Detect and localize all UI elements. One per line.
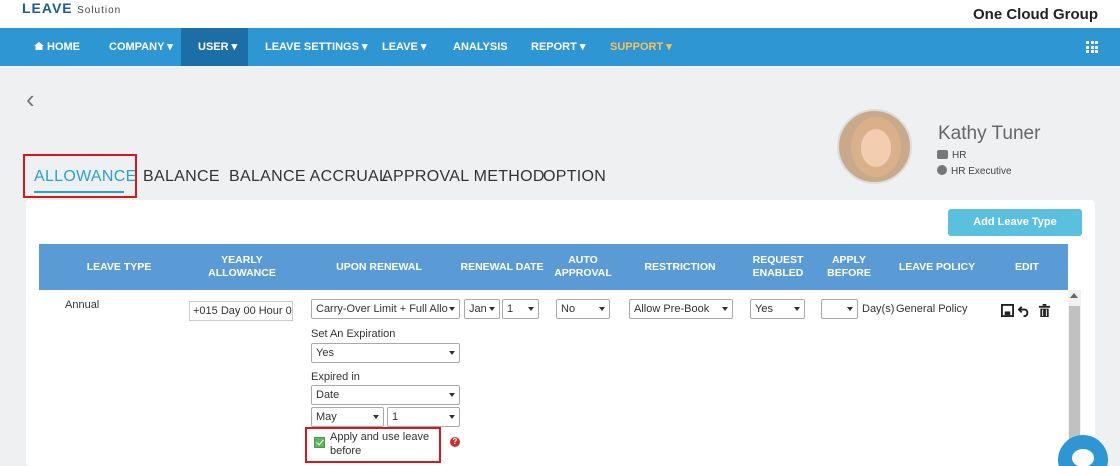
expired-in-select[interactable]: Date <box>311 385 460 405</box>
allowance-tab-highlight <box>23 154 137 198</box>
renewal-day-select[interactable]: 1 <box>502 299 539 319</box>
renewal-month-select[interactable]: Jan <box>464 299 500 319</box>
help-icon[interactable]: ? <box>450 437 460 447</box>
set-expiration-label: Set An Expiration <box>311 328 396 340</box>
profile-department: HR <box>937 150 966 161</box>
th-upon-renewal: UPON RENEWAL <box>336 260 422 273</box>
profile-name: Kathy Tuner <box>938 123 1041 144</box>
nav-user[interactable]: USER ▾ <box>181 28 248 66</box>
th-restriction: RESTRICTION <box>644 260 716 273</box>
nav-leave[interactable]: LEAVE ▾ <box>382 28 426 66</box>
nav-report[interactable]: REPORT ▾ <box>531 28 585 66</box>
nav-home-label: HOME <box>47 41 80 53</box>
auto-approval-select[interactable]: No <box>556 299 610 319</box>
apply-use-leave-highlight <box>305 427 441 463</box>
tab-option[interactable]: OPTION <box>543 160 606 196</box>
briefcase-icon <box>937 150 948 159</box>
avatar <box>837 109 912 184</box>
add-leave-type-button[interactable]: Add Leave Type <box>948 209 1082 236</box>
th-apply-before: APPLY BEFORE <box>827 254 871 279</box>
company-name: One Cloud Group <box>973 6 1098 23</box>
top-header: LEAVE Solution One Cloud Group <box>0 0 1120 28</box>
scroll-up-icon[interactable] <box>1070 293 1078 298</box>
table-header: LEAVE TYPE YEARLY ALLOWANCE UPON RENEWAL… <box>39 244 1068 290</box>
nav-support[interactable]: SUPPORT ▾ <box>610 28 672 66</box>
tab-balance-accrual[interactable]: BALANCE ACCRUAL <box>229 160 388 196</box>
th-request-enabled: REQUEST ENABLED <box>752 254 804 279</box>
th-leave-type: LEAVE TYPE <box>86 260 152 273</box>
logo-sub: Solution <box>77 5 122 16</box>
apps-grid-icon[interactable] <box>1086 41 1098 53</box>
nav-home[interactable]: HOME <box>34 28 80 66</box>
nav-company[interactable]: COMPANY ▾ <box>109 28 173 66</box>
main-nav: HOME COMPANY ▾ USER ▾ LEAVE SETTINGS ▾ L… <box>0 28 1120 66</box>
app-logo[interactable]: LEAVE Solution <box>22 0 121 18</box>
logo-main: LEAVE <box>22 0 73 16</box>
request-enabled-select[interactable]: Yes <box>750 299 805 319</box>
back-arrow-icon[interactable]: ‹ <box>26 86 40 112</box>
apply-before-unit: Day(s) <box>862 303 895 315</box>
nav-analysis[interactable]: ANALYSIS <box>453 28 508 66</box>
expired-month-select[interactable]: May <box>311 407 384 427</box>
th-edit: EDIT <box>1015 260 1039 273</box>
set-expiration-select[interactable]: Yes <box>311 343 460 363</box>
allowance-panel <box>26 200 1095 466</box>
leave-policy-cell: General Policy <box>896 303 968 315</box>
yearly-allowance-input[interactable]: +015 Day 00 Hour 0 <box>189 301 293 321</box>
save-icon[interactable] <box>1001 304 1014 317</box>
expired-day-select[interactable]: 1 <box>387 407 460 427</box>
leave-type-cell: Annual <box>65 299 100 311</box>
profile-position-text: HR Executive <box>951 166 1012 177</box>
restriction-select[interactable]: Allow Pre-Book <box>629 299 733 319</box>
tab-balance[interactable]: BALANCE <box>143 160 220 196</box>
apply-before-select[interactable] <box>821 299 858 319</box>
home-icon <box>34 42 44 50</box>
expired-in-label: Expired in <box>311 371 360 383</box>
th-leave-policy: LEAVE POLICY <box>898 260 976 273</box>
nav-leave-settings[interactable]: LEAVE SETTINGS ▾ <box>265 28 368 66</box>
upon-renewal-select[interactable]: Carry-Over Limit + Full Allo <box>311 299 460 319</box>
profile-position: HR Executive <box>937 165 1012 177</box>
profile-department-text: HR <box>952 150 967 161</box>
th-renewal-date: RENEWAL DATE <box>460 260 544 273</box>
undo-icon[interactable] <box>1018 304 1031 317</box>
tab-approval-method[interactable]: APPROVAL METHOD <box>382 160 545 196</box>
user-circle-icon <box>937 165 947 175</box>
trash-icon[interactable] <box>1038 304 1051 317</box>
th-auto-approval: AUTO APPROVAL <box>554 254 612 279</box>
th-yearly-allowance: YEARLY ALLOWANCE <box>208 254 276 279</box>
